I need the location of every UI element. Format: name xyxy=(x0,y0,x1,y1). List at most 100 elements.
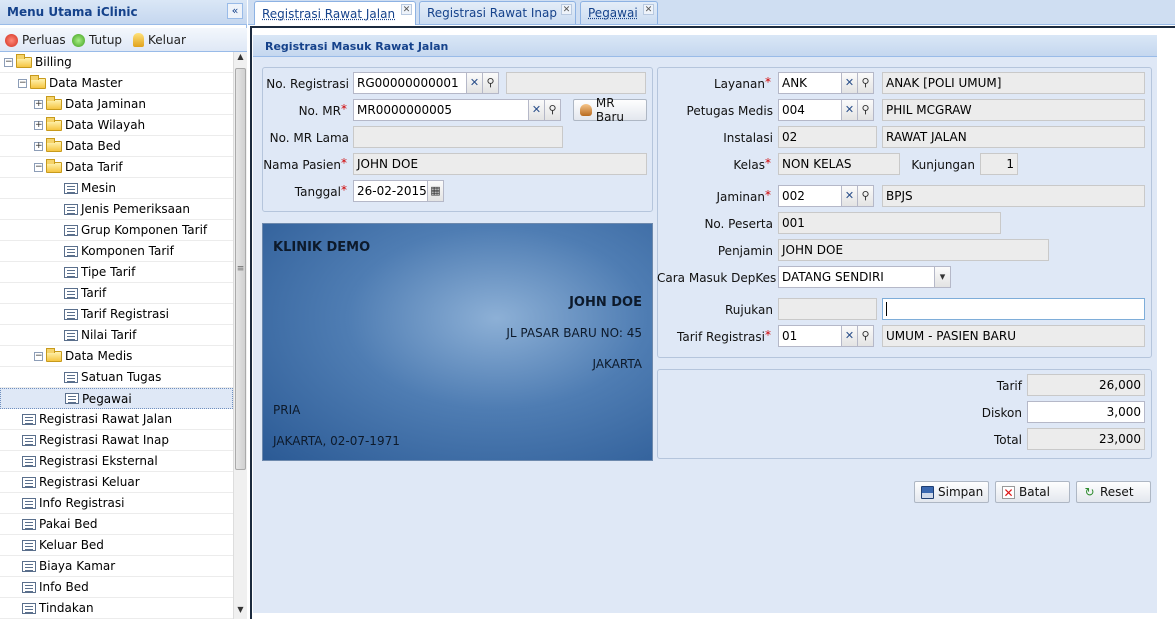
collapse-node-icon[interactable]: − xyxy=(18,78,27,88)
clear-icon[interactable]: ✕ xyxy=(841,185,858,207)
tree-item[interactable]: Tarif xyxy=(0,283,233,304)
tree-item[interactable]: Tipe Tarif xyxy=(0,262,233,283)
search-icon[interactable]: ⚲ xyxy=(857,185,874,207)
scroll-up-arrow-icon[interactable]: ▲ xyxy=(234,52,247,65)
close-tab-icon[interactable]: ✕ xyxy=(401,4,412,15)
logout-button[interactable]: Keluar xyxy=(133,32,186,48)
tree-item[interactable]: Tarif Registrasi xyxy=(0,304,233,325)
tree-scrollbar[interactable]: ▲ ≡ ▼ xyxy=(233,52,247,619)
tarif-registrasi-code-input[interactable]: 01 xyxy=(778,325,842,347)
floppy-icon xyxy=(921,485,934,499)
diskon-input[interactable]: 3,000 xyxy=(1027,401,1145,423)
tab-pegawai[interactable]: Pegawai ✕ xyxy=(580,1,658,24)
no-peserta-label: No. Peserta xyxy=(704,217,773,231)
instalasi-code-field: 02 xyxy=(778,126,877,148)
search-icon[interactable]: ⚲ xyxy=(482,72,499,94)
clear-icon[interactable]: ✕ xyxy=(841,72,858,94)
folder-icon xyxy=(46,116,62,131)
collapse-node-icon[interactable]: − xyxy=(34,162,43,172)
tree-item[interactable]: Registrasi Eksternal xyxy=(0,451,233,472)
tree-item-label: Data Tarif xyxy=(65,160,123,174)
expand-node-icon[interactable]: + xyxy=(34,99,43,109)
clear-icon[interactable]: ✕ xyxy=(841,99,858,121)
clear-icon[interactable]: ✕ xyxy=(841,325,858,347)
menu-leaf-icon xyxy=(22,497,36,509)
expand-all-button[interactable]: Perluas xyxy=(5,32,66,48)
tree-item-label: Data Wilayah xyxy=(65,118,146,132)
collapse-all-button[interactable]: Tutup xyxy=(72,32,122,48)
rujukan-code-field xyxy=(778,298,877,320)
cancel-button[interactable]: ✕ Batal xyxy=(995,481,1070,503)
search-icon[interactable]: ⚲ xyxy=(857,325,874,347)
tree-item-label: Grup Komponen Tarif xyxy=(81,223,208,237)
tree-item[interactable]: Grup Komponen Tarif xyxy=(0,220,233,241)
scroll-down-arrow-icon[interactable]: ▼ xyxy=(234,605,247,618)
layanan-label: Layanan xyxy=(713,77,765,91)
tree-item[interactable]: Komponen Tarif xyxy=(0,241,233,262)
menu-leaf-icon xyxy=(22,602,36,614)
tree-item[interactable]: Nilai Tarif xyxy=(0,325,233,346)
search-icon[interactable]: ⚲ xyxy=(544,99,561,121)
tree-item[interactable]: Info Registrasi xyxy=(0,493,233,514)
tree-item[interactable]: Keluar Bed xyxy=(0,535,233,556)
tree-item[interactable]: Registrasi Keluar xyxy=(0,472,233,493)
tree-item[interactable]: + Data Jaminan xyxy=(0,94,233,115)
clear-icon[interactable]: ✕ xyxy=(466,72,483,94)
close-tab-icon[interactable]: ✕ xyxy=(561,4,572,15)
cara-masuk-select[interactable]: DATANG SENDIRI xyxy=(778,266,935,288)
tree-item[interactable]: Tindakan xyxy=(0,598,233,619)
rujukan-input[interactable] xyxy=(882,298,1145,320)
close-tab-icon[interactable]: ✕ xyxy=(643,4,654,15)
tree-item-label: Data Master xyxy=(49,76,123,90)
collapse-sidebar-button[interactable]: « xyxy=(227,3,243,19)
add-user-icon xyxy=(580,104,592,116)
penjamin-input[interactable]: JOHN DOE xyxy=(778,239,1049,261)
required-mark: * xyxy=(341,183,347,197)
collapse-node-icon[interactable]: − xyxy=(34,351,43,361)
tree-item[interactable]: Pegawai xyxy=(0,388,233,409)
sidebar-toolbar: Perluas Tutup Keluar xyxy=(0,28,247,52)
tab-registrasi-rawat-inap[interactable]: Registrasi Rawat Inap ✕ xyxy=(419,1,576,24)
tree-item[interactable]: Biaya Kamar xyxy=(0,556,233,577)
nama-pasien-input[interactable]: JOHN DOE xyxy=(353,153,647,175)
tree-item-label: Nilai Tarif xyxy=(81,328,137,342)
chevron-down-icon[interactable]: ▾ xyxy=(934,266,951,288)
layanan-code-input[interactable]: ANK xyxy=(778,72,842,94)
tree-item[interactable]: − Data Tarif xyxy=(0,157,233,178)
tree-item[interactable]: − Data Medis xyxy=(0,346,233,367)
expand-node-icon[interactable]: + xyxy=(34,141,43,151)
menu-tree: − Billing − Data Master + Data Jaminan + Data W… xyxy=(0,52,233,619)
menu-leaf-icon xyxy=(64,245,78,257)
tree-item[interactable]: − Data Master xyxy=(0,73,233,94)
tanggal-input[interactable]: 26-02-2015 xyxy=(353,180,428,202)
expand-node-icon[interactable]: + xyxy=(34,120,43,130)
tree-item[interactable]: Jenis Pemeriksaan xyxy=(0,199,233,220)
mr-baru-button[interactable]: MR Baru xyxy=(573,96,647,124)
scroll-thumb[interactable]: ≡ xyxy=(235,68,246,470)
no-mr-input[interactable]: MR0000000005 xyxy=(353,99,529,121)
save-button[interactable]: Simpan xyxy=(914,481,989,503)
calendar-icon[interactable]: ▦ xyxy=(427,180,444,202)
tree-item[interactable]: Pakai Bed xyxy=(0,514,233,535)
search-icon[interactable]: ⚲ xyxy=(857,99,874,121)
search-icon[interactable]: ⚲ xyxy=(857,72,874,94)
jaminan-code-input[interactable]: 002 xyxy=(778,185,842,207)
tree-item[interactable]: Info Bed xyxy=(0,577,233,598)
no-peserta-input[interactable]: 001 xyxy=(778,212,1001,234)
collapse-node-icon[interactable]: − xyxy=(4,57,13,67)
no-registrasi-input[interactable]: RG00000000001 xyxy=(353,72,467,94)
tree-item[interactable]: + Data Wilayah xyxy=(0,115,233,136)
reset-button[interactable]: ↻ Reset xyxy=(1076,481,1151,503)
petugas-medis-code-input[interactable]: 004 xyxy=(778,99,842,121)
tree-item[interactable]: Registrasi Rawat Inap xyxy=(0,430,233,451)
tree-item[interactable]: Mesin xyxy=(0,178,233,199)
tab-registrasi-rawat-jalan[interactable]: Registrasi Rawat Jalan ✕ xyxy=(254,1,416,25)
no-mr-lama-input[interactable] xyxy=(353,126,563,148)
no-mr-lama-label: No. MR Lama xyxy=(269,131,349,145)
tree-item[interactable]: Registrasi Rawat Jalan xyxy=(0,409,233,430)
layanan-name-field: ANAK [POLI UMUM] xyxy=(882,72,1145,94)
tree-item[interactable]: − Billing xyxy=(0,52,233,73)
clear-icon[interactable]: ✕ xyxy=(528,99,545,121)
tree-item[interactable]: Satuan Tugas xyxy=(0,367,233,388)
tree-item[interactable]: + Data Bed xyxy=(0,136,233,157)
